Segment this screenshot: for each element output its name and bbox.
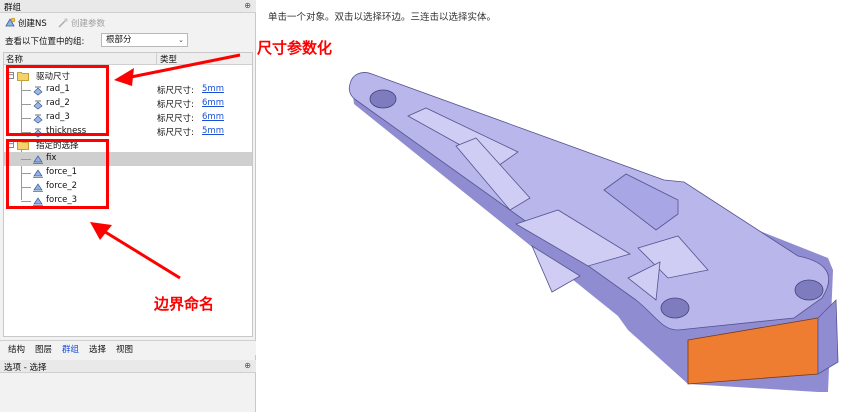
- tab-selection[interactable]: 选择: [89, 343, 106, 355]
- tree-column-header: 名称 类型: [4, 53, 252, 65]
- create-ns-icon: [4, 17, 16, 29]
- create-ns-label: 创建NS: [18, 19, 47, 29]
- group-location-value: 根部分: [106, 35, 132, 45]
- hole[interactable]: [369, 89, 397, 109]
- column-name-header: 名称: [6, 55, 24, 65]
- annotation-box-named-selections: [6, 139, 109, 209]
- tab-view[interactable]: 视图: [116, 343, 133, 355]
- pin-icon[interactable]: ⊕: [244, 1, 251, 10]
- group-filter-row: 查看以下位置中的组: 根部分 ⌄: [0, 33, 256, 49]
- create-param-icon: [57, 17, 69, 29]
- group-filter-label: 查看以下位置中的组:: [5, 37, 85, 47]
- tree-item-type: 标尺尺寸:: [157, 100, 194, 110]
- tree-item-type: 标尺尺寸:: [157, 114, 194, 124]
- column-type-header: 类型: [160, 55, 178, 65]
- annotation-box-dimensions: [6, 65, 109, 136]
- groups-toolbar: 创建NS 创建参数: [0, 14, 256, 32]
- chevron-down-icon: ⌄: [178, 36, 184, 44]
- create-ns-button[interactable]: 创建NS: [4, 16, 47, 30]
- dimension-value-link[interactable]: 5mm: [202, 126, 224, 136]
- bracket-model[interactable]: [258, 0, 865, 412]
- tree-item-type: 标尺尺寸:: [157, 128, 194, 138]
- options-panel-header: 选项 - 选择 ⊕: [0, 360, 256, 373]
- group-location-select[interactable]: 根部分 ⌄: [101, 33, 188, 47]
- create-param-label: 创建参数: [71, 19, 106, 29]
- dimension-value-link[interactable]: 6mm: [202, 98, 224, 108]
- annotation-dimension-parameterization: 尺寸参数化: [257, 39, 333, 57]
- pin-icon[interactable]: ⊕: [244, 361, 251, 370]
- panel-tab-bar: 结构 图层 群组 选择 视图: [0, 340, 256, 355]
- design-viewport[interactable]: 单击一个对象。双击以选择环边。三连击以选择实体。: [258, 0, 865, 412]
- groups-panel-title: 群组: [4, 3, 22, 13]
- dimension-value-link[interactable]: 6mm: [202, 112, 224, 122]
- hole[interactable]: [794, 279, 824, 301]
- groups-panel-header: 群组 ⊕: [0, 0, 256, 13]
- annotation-boundary-naming: 边界命名: [154, 295, 215, 313]
- tab-layers[interactable]: 图层: [35, 343, 52, 355]
- column-divider[interactable]: [156, 53, 157, 65]
- dimension-value-link[interactable]: 5mm: [202, 84, 224, 94]
- tab-structure[interactable]: 结构: [8, 343, 25, 355]
- tab-groups[interactable]: 群组: [62, 343, 79, 355]
- create-param-button[interactable]: 创建参数: [57, 16, 105, 30]
- options-panel-title: 选项 - 选择: [4, 363, 47, 373]
- hole[interactable]: [660, 297, 690, 319]
- tree-item-type: 标尺尺寸:: [157, 86, 194, 96]
